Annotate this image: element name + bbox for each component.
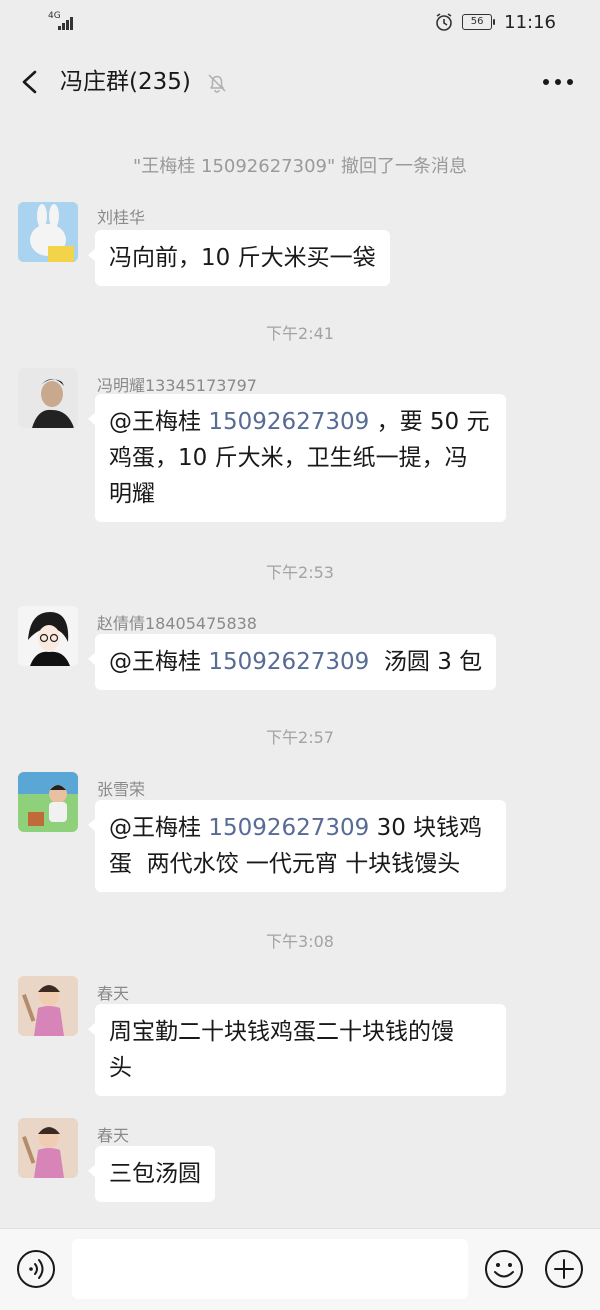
avatar[interactable] [18, 1118, 78, 1178]
mention: @王梅桂 [109, 409, 209, 435]
message-bubble[interactable]: @王梅桂 15092627309 汤圆 3 包 [87, 634, 497, 690]
mention: @王梅桂 [109, 649, 209, 675]
message-text: 蛋 两代水饺 一代元宵 十块钱馒头 [109, 851, 461, 877]
avatar[interactable] [18, 976, 78, 1036]
input-bar [0, 1228, 600, 1310]
message-bubble[interactable]: 周宝勤二十块钱鸡蛋二十块钱的馒 头 [88, 1004, 506, 1096]
message-sender: 春天 [97, 984, 130, 1003]
message-bubble[interactable]: 三包汤圆 [88, 1146, 215, 1202]
message-text: 头 [109, 1055, 132, 1081]
avatar-image [18, 772, 78, 832]
message-text: 鸡蛋，10 斤大米，卫生纸一提，冯 [109, 445, 468, 471]
status-bar: 4G 56 11:16 [0, 0, 600, 46]
message-timestamp: 下午3:08 [266, 932, 334, 951]
back-chevron-icon[interactable] [12, 64, 48, 100]
mention: @王梅桂 [109, 815, 209, 841]
avatar[interactable] [18, 772, 78, 832]
phone-link[interactable]: 15092627309 [208, 815, 369, 841]
status-time: 11:16 [504, 11, 556, 33]
message-sender: 张雪荣 [97, 780, 146, 799]
message-bubble[interactable]: @王梅桂 15092627309 30 块钱鸡 蛋 两代水饺 一代元宵 十块钱馒… [88, 800, 506, 892]
chat-header: 冯庄群(235) [0, 46, 600, 118]
chat-message-list[interactable]: "王梅桂 15092627309" 撤回了一条消息 刘桂华 冯向前，10 斤大米… [0, 118, 600, 1228]
recall-notice: "王梅桂 15092627309" 撤回了一条消息 [133, 156, 467, 177]
message-input[interactable] [72, 1239, 468, 1299]
phone-link[interactable]: 15092627309 [208, 649, 369, 675]
avatar-image [18, 202, 78, 262]
mute-bell-icon [208, 74, 226, 93]
avatar[interactable] [18, 606, 78, 666]
message-bubble[interactable]: @王梅桂 15092627309 ，要 50 元 鸡蛋，10 斤大米，卫生纸一提… [88, 394, 506, 522]
avatar[interactable] [18, 202, 78, 262]
chat-title: 冯庄群(235) [60, 69, 191, 95]
avatar[interactable] [18, 368, 78, 428]
phone-link[interactable]: 15092627309 [208, 409, 369, 435]
status-right: 56 11:16 [434, 11, 556, 33]
voice-icon[interactable] [16, 1249, 56, 1289]
more-dots-icon[interactable] [538, 66, 578, 98]
avatar-image [18, 976, 78, 1036]
battery-icon: 56 [462, 14, 496, 30]
message-sender: 刘桂华 [97, 208, 146, 227]
message-text: 冯向前，10 斤大米买一袋 [109, 245, 376, 271]
message-sender: 春天 [97, 1126, 130, 1145]
signal-icon: 4G [48, 12, 78, 32]
message-text: 三包汤圆 [109, 1161, 201, 1187]
message-text: 30 块钱鸡 [369, 815, 483, 841]
avatar-image [18, 368, 78, 428]
message-text: 周宝勤二十块钱鸡蛋二十块钱的馒 [109, 1019, 454, 1045]
avatar-image [18, 1118, 78, 1178]
alarm-icon [436, 13, 452, 31]
message-text: ，要 50 元 [369, 409, 490, 435]
message-text: 汤圆 3 包 [369, 649, 483, 675]
avatar-image [18, 606, 78, 666]
emoji-icon[interactable] [484, 1249, 524, 1289]
message-timestamp: 下午2:41 [266, 324, 334, 343]
message-sender: 赵倩倩18405475838 [97, 614, 257, 633]
message-sender: 冯明耀13345173797 [97, 376, 257, 395]
message-timestamp: 下午2:57 [266, 728, 334, 747]
message-bubble[interactable]: 冯向前，10 斤大米买一袋 [88, 230, 390, 286]
plus-icon[interactable] [544, 1249, 584, 1289]
message-timestamp: 下午2:53 [266, 563, 334, 582]
message-text: 明耀 [109, 481, 155, 507]
